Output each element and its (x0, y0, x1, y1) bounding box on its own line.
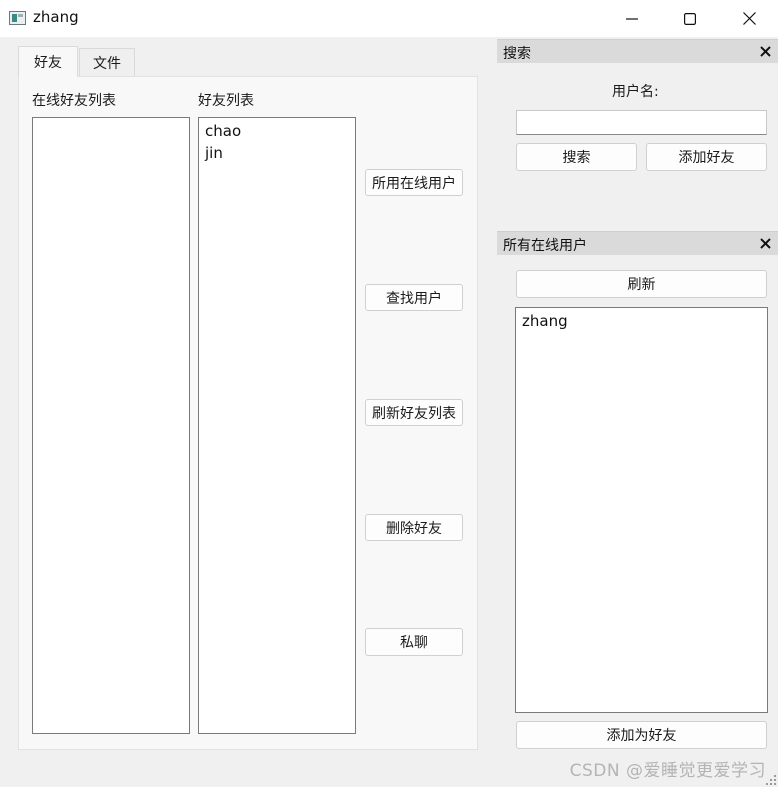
tab-files[interactable]: 文件 (79, 48, 135, 77)
username-label: 用户名: (612, 84, 659, 100)
maximize-icon (684, 12, 696, 25)
delete-friend-button[interactable]: 删除好友 (365, 514, 463, 541)
online-friends-list[interactable] (32, 117, 190, 734)
search-dock-title: 搜索 (503, 46, 531, 62)
resize-grip-icon[interactable] (765, 774, 777, 786)
find-user-button[interactable]: 查找用户 (365, 284, 463, 311)
list-item[interactable]: chao (199, 120, 355, 142)
window-title: zhang (33, 8, 79, 26)
online-friends-label: 在线好友列表 (32, 93, 116, 109)
close-icon (742, 12, 756, 25)
list-item[interactable]: jin (199, 142, 355, 164)
dock-close-icon[interactable] (760, 46, 771, 57)
app-window-icon (9, 11, 26, 25)
watermark: CSDN @爱睡觉更爱学习 (569, 761, 766, 781)
dock-close-icon[interactable] (760, 238, 771, 249)
all-online-users-button[interactable]: 所用在线用户 (365, 169, 463, 196)
search-button[interactable]: 搜索 (516, 143, 637, 171)
online-users-dock-title: 所有在线用户 (503, 238, 587, 254)
close-button[interactable] (720, 0, 778, 37)
refresh-friend-list-button[interactable]: 刷新好友列表 (365, 399, 463, 426)
add-as-friend-button[interactable]: 添加为好友 (516, 721, 767, 749)
friend-list[interactable]: chao jin (198, 117, 356, 734)
friend-list-label: 好友列表 (198, 93, 254, 109)
list-item[interactable]: zhang (516, 310, 767, 332)
title-bar[interactable]: zhang (0, 0, 778, 37)
add-friend-button[interactable]: 添加好友 (646, 143, 767, 171)
online-users-list[interactable]: zhang (515, 307, 768, 713)
online-users-dock-titlebar[interactable]: 所有在线用户 (497, 231, 778, 255)
search-dock-titlebar[interactable]: 搜索 (497, 39, 778, 63)
tab-friends[interactable]: 好友 (18, 46, 78, 77)
minimize-icon (626, 17, 638, 20)
username-input[interactable] (516, 110, 767, 135)
refresh-button[interactable]: 刷新 (516, 270, 767, 298)
maximize-button[interactable] (661, 0, 719, 37)
minimize-button[interactable] (603, 0, 661, 37)
private-chat-button[interactable]: 私聊 (365, 628, 463, 656)
